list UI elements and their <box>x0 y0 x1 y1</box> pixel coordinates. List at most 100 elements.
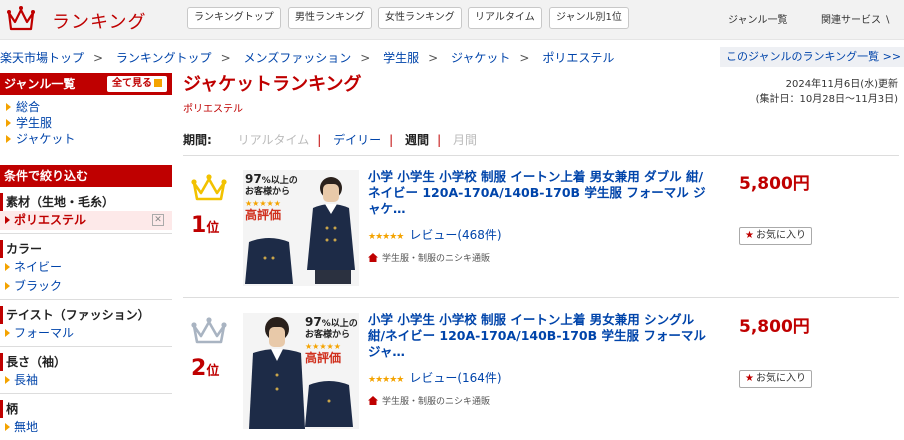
filter-item-black[interactable]: ブラック <box>0 277 172 296</box>
filter-title: 素材（生地・毛糸） <box>0 193 172 211</box>
rank-value: 1 <box>191 213 207 238</box>
badge-stars: ★★★★★ <box>305 342 341 351</box>
clear-filter-icon[interactable]: ✕ <box>152 214 164 226</box>
shop-home-icon <box>368 253 378 262</box>
product-image[interactable]: 97%以上の お客様から ★★★★★ 高評価 <box>243 170 359 286</box>
product-price: 5,800円 <box>739 317 810 337</box>
filter-item-plain[interactable]: 無地 <box>0 418 172 437</box>
filter-color: カラー ネイビー ブラック <box>0 240 172 300</box>
ranking-item: 2位 97%以上の お客様から ★★★★★ 高評価 小学 小学生 小学校 制服 … <box>183 312 899 434</box>
product-title-link[interactable]: 小学 小学生 小学校 制服 イートン上着 男女兼用 シングル 紺/ネイビー 12… <box>368 312 713 360</box>
filter-sleeve-length: 長さ（袖） 長袖 <box>0 353 172 394</box>
genre-item-all[interactable]: 総合 <box>4 99 172 115</box>
logo-text[interactable]: ランキング <box>52 8 146 34</box>
breadcrumb-item[interactable]: ポリエステル <box>542 51 614 65</box>
shop-name: 学生服・制服のニシキ通販 <box>382 254 491 264</box>
filter-material: 素材（生地・毛糸） ポリエステル ✕ <box>0 193 172 234</box>
updated-date: 2024年11月6日(水)更新 <box>785 79 898 90</box>
genre-item-jacket[interactable]: ジャケット <box>4 131 172 147</box>
divider <box>183 297 899 298</box>
favorite-button[interactable]: ★ お気に入り <box>739 370 812 388</box>
filter-title: テイスト（ファッション） <box>0 306 172 324</box>
gold-crown-icon <box>191 174 227 201</box>
genre-item-school-uniform[interactable]: 学生服 <box>4 115 172 131</box>
period-label: 期間: <box>183 133 212 147</box>
rank-number: 2位 <box>191 356 219 381</box>
crown-logo-icon[interactable] <box>6 4 36 32</box>
breadcrumb-item[interactable]: 楽天市場トップ <box>0 51 84 65</box>
aggregation-period: (集計日：10月28日～11月3日) <box>755 94 898 105</box>
rank-value: 2 <box>191 356 207 381</box>
product-price: 5,800円 <box>739 174 810 194</box>
ranking-item: 1位 97%以上の お客様から ★★★★★ 高評価 小学 小学生 小学校 制服 … <box>183 169 899 291</box>
filter-item-long-sleeve[interactable]: 長袖 <box>0 371 172 390</box>
nav-female-ranking[interactable]: 女性ランキング <box>378 7 462 29</box>
filter-item-navy[interactable]: ネイビー <box>0 258 172 277</box>
silver-crown-icon <box>191 317 227 344</box>
breadcrumb-item[interactable]: ランキングトップ <box>116 51 212 65</box>
product-title-link[interactable]: 小学 小学生 小学校 制服 イートン上着 男女兼用 ダブル 紺/ネイビー 120… <box>368 169 713 217</box>
arrow-box-icon <box>154 79 162 87</box>
favorite-label: お気に入り <box>755 230 806 241</box>
filter-pattern: 柄 無地 <box>0 400 172 440</box>
favorite-label: お気に入り <box>755 373 806 384</box>
review-rating[interactable]: ★★★★★ レビュー(468件) <box>368 226 502 243</box>
filter-heading: 条件で絞り込む <box>0 165 172 187</box>
product-photo-jacket <box>245 177 355 284</box>
favorite-button[interactable]: ★ お気に入り <box>739 227 812 245</box>
shop-link[interactable]: 学生服・制服のニシキ通販 <box>368 394 490 407</box>
nav-ranking-top[interactable]: ランキングトップ <box>187 7 281 29</box>
period-realtime[interactable]: リアルタイム <box>238 133 310 147</box>
genre-list-link[interactable]: ジャンル一覧 <box>728 11 788 26</box>
period-daily[interactable]: デイリー <box>333 133 381 147</box>
filter-item-polyester[interactable]: ポリエステル ✕ <box>0 211 172 230</box>
review-badge: 97%以上の お客様から ★★★★★ 高評価 <box>305 315 359 366</box>
badge-highlight: 高評価 <box>305 351 342 365</box>
shop-name: 学生服・制服のニシキ通販 <box>382 397 491 407</box>
filter-title: 長さ（袖） <box>0 353 172 371</box>
update-info: 2024年11月6日(水)更新 (集計日：10月28日～11月3日) <box>756 77 898 107</box>
badge-pct: %以上の <box>321 319 358 329</box>
filter-item-formal[interactable]: フォーマル <box>0 324 172 343</box>
rank-suffix: 位 <box>206 221 220 236</box>
see-all-label: 全て見る <box>112 78 152 89</box>
star-icon: ★ <box>745 230 754 241</box>
filter-title: カラー <box>0 240 172 258</box>
filter-title: 柄 <box>0 400 172 418</box>
breadcrumb: 楽天市場トップ > ランキングトップ > メンズファッション > 学生服 > ジャケット… <box>0 51 615 65</box>
filter-taste: テイスト（ファッション） フォーマル <box>0 306 172 347</box>
rating-stars-icon: ★★★★★ <box>368 375 404 385</box>
nav-genre-top[interactable]: ジャンル別1位 <box>549 7 629 29</box>
breadcrumb-item[interactable]: ジャケット <box>451 51 510 65</box>
breadcrumb-item[interactable]: 学生服 <box>383 51 419 65</box>
badge-number: 97 <box>305 315 322 329</box>
see-all-button[interactable]: 全て見る <box>107 76 167 92</box>
nav-male-ranking[interactable]: 男性ランキング <box>288 7 372 29</box>
genre-list: 総合 学生服 ジャケット <box>0 95 172 147</box>
main-content: ジャケットランキング ポリエステル 2024年11月6日(水)更新 (集計日：1… <box>183 73 904 429</box>
rating-stars-icon: ★★★★★ <box>368 232 404 242</box>
review-rating[interactable]: ★★★★★ レビュー(164件) <box>368 369 502 386</box>
genre-heading-label: ジャンル一覧 <box>4 77 76 91</box>
breadcrumb-item[interactable]: メンズファッション <box>243 51 351 65</box>
nav-realtime[interactable]: リアルタイム <box>468 7 542 29</box>
sidebar: ジャンル一覧 全て見る 総合 学生服 ジャケット 条件で絞り込む 素材（生地・毛… <box>0 73 172 440</box>
divider <box>183 155 899 156</box>
related-services-link[interactable]: 関連サービス ∖ <box>821 11 891 26</box>
period-selector: 期間: リアルタイム | デイリー | 週間 | 月間 <box>183 133 477 147</box>
genre-heading: ジャンル一覧 全て見る <box>0 73 172 95</box>
product-image[interactable]: 97%以上の お客様から ★★★★★ 高評価 <box>243 313 359 429</box>
shop-home-icon <box>368 396 378 405</box>
rank-number: 1位 <box>191 213 219 238</box>
genre-ranking-list-link[interactable]: このジャンルのランキング一覧 >> <box>720 47 904 67</box>
filter-item-label: ポリエステル <box>14 213 87 227</box>
rank-suffix: 位 <box>206 364 220 379</box>
star-icon: ★ <box>745 373 754 384</box>
review-count: レビュー(164件) <box>409 371 502 385</box>
period-weekly: 週間 <box>405 133 430 147</box>
top-bar: ランキング ランキングトップ 男性ランキング 女性ランキング リアルタイム ジャ… <box>0 0 904 40</box>
review-count: レビュー(468件) <box>409 228 502 242</box>
shop-link[interactable]: 学生服・制服のニシキ通販 <box>368 251 490 264</box>
period-monthly: 月間 <box>452 133 477 147</box>
badge-text: お客様から <box>305 330 351 340</box>
